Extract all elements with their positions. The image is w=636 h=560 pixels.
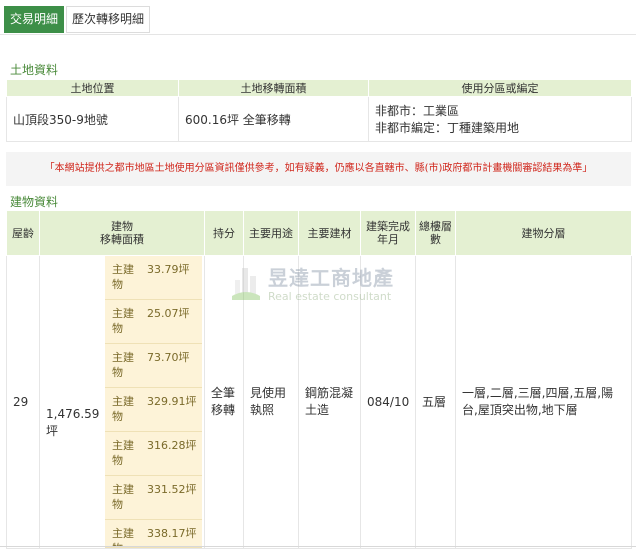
bottom-divider [0,546,636,547]
building-holding: 全筆移轉 [204,255,244,549]
area-type: 主建物 [112,307,134,335]
building-table: 屋齡 建物 移轉面積 持分 主要用途 主要建材 建築完成年月 總樓層數 建物分層… [6,210,632,549]
land-zoning-line2: 非都市編定：丁種建築用地 [375,121,520,135]
area-value: 73.70坪 [147,351,190,364]
header-completion: 建築完成年月 [360,210,416,256]
area-value: 33.79坪 [147,263,190,276]
zoning-notice: 「本網站提供之都市地區土地使用分區資訊僅供參考，如有疑義，仍應以各直轄市、縣(市… [6,152,631,186]
tab-transfer-history[interactable]: 歷次轉移明細 [66,6,151,33]
building-completion: 084/10 [360,255,416,549]
header-material: 主要建材 [298,210,361,256]
tab-bar: 交易明細 歷次轉移明細 [4,6,152,33]
building-area-cell: 1,476.59坪 主建物 33.79坪 主建物 25.07坪 主建物 73.70坪 … [39,255,205,549]
land-area: 600.16坪 全筆移轉 [178,96,369,142]
area-type: 主建物 [112,351,134,379]
land-header-location: 土地位置 [6,79,179,97]
area-item: 主建物 316.28坪 [105,432,202,476]
land-zoning: 非都市：工業區 非都市編定：丁種建築用地 [368,96,632,142]
land-header-area: 土地移轉面積 [178,79,369,97]
header-layers: 建物分層 [455,210,632,256]
building-layers: 一層,二層,三層,四層,五層,陽台,屋頂突出物,地下層 [455,255,632,549]
header-area-line2: 移轉面積 [100,233,144,246]
building-material: 鋼筋混凝土造 [298,255,361,549]
area-item: 主建物 25.07坪 [105,300,202,344]
area-item: 主建物 33.79坪 [105,256,202,300]
header-main-use: 主要用途 [243,210,299,256]
header-area: 建物 移轉面積 [39,210,205,256]
area-breakdown-list: 主建物 33.79坪 主建物 25.07坪 主建物 73.70坪 主建物 329.91坪… [40,256,204,548]
land-section-title: 土地資料 [10,63,59,77]
header-area-line1: 建物 [111,220,133,233]
building-row: 29 1,476.59坪 主建物 33.79坪 主建物 25.07坪 主建物 73.7… [6,255,632,549]
building-age: 29 [6,255,40,549]
area-value: 329.91坪 [147,395,197,408]
building-section-title: 建物資料 [10,195,59,209]
area-type: 主建物 [112,263,134,291]
building-main-use: 見使用執照 [243,255,299,549]
area-value: 338.17坪 [147,527,197,540]
area-value: 316.28坪 [147,439,197,452]
tab-transaction-details[interactable]: 交易明細 [4,6,65,33]
area-type: 主建物 [112,483,134,511]
area-item: 主建物 73.70坪 [105,344,202,388]
area-value: 331.52坪 [147,483,197,496]
tab-divider [0,34,636,35]
area-type: 主建物 [112,395,134,423]
area-item: 主建物 331.52坪 [105,476,202,520]
land-table: 土地位置 土地移轉面積 使用分區或編定 山頂段350-9地號 600.16坪 全… [6,79,632,142]
header-holding: 持分 [204,210,244,256]
land-zoning-line1: 非都市：工業區 [375,104,460,118]
area-value: 25.07坪 [147,307,190,320]
area-type: 主建物 [112,527,134,547]
land-header-row: 土地位置 土地移轉面積 使用分區或編定 [6,79,632,97]
area-item: 主建物 338.17坪 [105,520,202,548]
area-item: 主建物 329.91坪 [105,388,202,432]
header-age: 屋齡 [6,210,40,256]
building-header-row: 屋齡 建物 移轉面積 持分 主要用途 主要建材 建築完成年月 總樓層數 建物分層 [6,210,632,256]
building-total-area: 1,476.59坪 [46,407,100,438]
land-location: 山頂段350-9地號 [6,96,179,142]
land-row: 山頂段350-9地號 600.16坪 全筆移轉 非都市：工業區 非都市編定：丁種… [6,96,632,142]
header-floors: 總樓層數 [415,210,456,256]
land-header-zoning: 使用分區或編定 [368,79,632,97]
building-floors: 五層 [415,255,456,549]
area-type: 主建物 [112,439,134,467]
